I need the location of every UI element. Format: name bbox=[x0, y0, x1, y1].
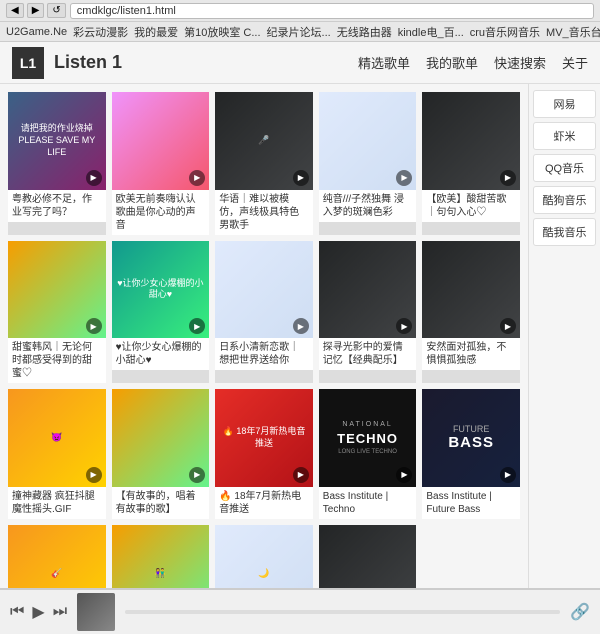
back-button[interactable]: ◀ bbox=[6, 3, 24, 18]
music-card-14[interactable]: FUTUREBASS▶Bass Institute | Future Bass bbox=[422, 389, 520, 519]
play-overlay-icon: ▶ bbox=[86, 467, 102, 483]
play-button[interactable]: ▶ bbox=[32, 602, 44, 622]
forward-button[interactable]: ▶ bbox=[27, 3, 45, 18]
bookmark-6[interactable]: kindle电_百... bbox=[398, 24, 464, 40]
card-title-13: Bass Institute | Techno bbox=[319, 487, 417, 519]
play-overlay-icon: ▶ bbox=[500, 467, 516, 483]
music-card-6[interactable]: ♥让你少女心爆棚的小甜心♥▶♥让你少女心爆棚的小甜心♥ bbox=[112, 241, 210, 384]
browser-nav: ◀ ▶ ↺ bbox=[6, 3, 66, 18]
bookmark-4[interactable]: 纪录片论坛... bbox=[267, 24, 331, 40]
music-card-13[interactable]: NATIONALTECHNOLONG LIVE TECHNO▶Bass Inst… bbox=[319, 389, 417, 519]
play-overlay-icon: ▶ bbox=[293, 170, 309, 186]
play-overlay-icon: ▶ bbox=[500, 170, 516, 186]
card-title-12: 🔥 18年7月新热电音推送 bbox=[215, 487, 313, 519]
play-overlay-icon: ▶ bbox=[396, 170, 412, 186]
card-title-3: 纯音///子然独舞 浸入梦的斑斓色彩 bbox=[319, 190, 417, 222]
url-bar[interactable]: cmdklgc/listen1.html bbox=[70, 3, 594, 19]
music-card-16[interactable]: 👫▶ bbox=[112, 525, 210, 588]
card-title-4: 【欧美】酸甜苦歌｜句句入心♡ bbox=[422, 190, 520, 222]
play-overlay-icon: ▶ bbox=[293, 318, 309, 334]
play-overlay-icon: ▶ bbox=[86, 318, 102, 334]
progress-bar[interactable] bbox=[125, 610, 560, 614]
music-card-7[interactable]: ▶ 日系小清新恋歌｜想把世界送给你 bbox=[215, 241, 313, 384]
player-bar: ⏮ ▶ ⏭ 🔗 bbox=[0, 588, 600, 634]
main-content: 请把我的作业烧掉 PLEASE SAVE MY LIFE▶粤教必修不足，作业写完… bbox=[0, 84, 600, 588]
nav-my-songs[interactable]: 我的歌单 bbox=[426, 53, 478, 72]
sidebar-source-2[interactable]: QQ音乐 bbox=[533, 154, 596, 182]
music-card-17[interactable]: 🌙▶ bbox=[215, 525, 313, 588]
player-thumbnail bbox=[77, 593, 115, 631]
bookmark-5[interactable]: 无线路由器 bbox=[337, 24, 392, 40]
music-card-10[interactable]: 👿▶撞神藏器 疯狂抖腿魔性摇头.GIF bbox=[8, 389, 106, 519]
sidebar-source-3[interactable]: 酷狗音乐 bbox=[533, 186, 596, 214]
music-card-8[interactable]: ▶探寻光影中的爱情记忆【经典配乐】 bbox=[319, 241, 417, 384]
play-overlay-icon: ▶ bbox=[189, 170, 205, 186]
right-sidebar: 网易虾米 QQ音乐酷狗音乐酷我音乐 bbox=[528, 84, 600, 588]
sidebar-source-1[interactable]: 虾米 bbox=[533, 122, 596, 150]
play-overlay-icon: ▶ bbox=[189, 467, 205, 483]
nav-search[interactable]: 快速搜索 bbox=[494, 53, 546, 72]
link-icon[interactable]: 🔗 bbox=[570, 602, 590, 622]
bookmarks-bar: U2Game.Ne 彩云动漫影 我的最爱 第10放映室 C... 纪录片论坛..… bbox=[0, 22, 600, 42]
progress-area bbox=[125, 610, 560, 614]
bookmark-3[interactable]: 第10放映室 C... bbox=[184, 24, 260, 40]
bookmark-2[interactable]: 我的最爱 bbox=[134, 24, 178, 40]
card-title-7: 日系小清新恋歌｜想把世界送给你 bbox=[215, 338, 313, 370]
app-nav: 精选歌单 我的歌单 快速搜索 关于 bbox=[358, 53, 588, 72]
card-title-2: 华语｜难以被模仿，声线极具特色男歌手 bbox=[215, 190, 313, 235]
card-title-8: 探寻光影中的爱情记忆【经典配乐】 bbox=[319, 338, 417, 370]
sidebar-source-0[interactable]: 网易 bbox=[533, 90, 596, 118]
music-card-0[interactable]: 请把我的作业烧掉 PLEASE SAVE MY LIFE▶粤教必修不足，作业写完… bbox=[8, 92, 106, 235]
sidebar-source-4[interactable]: 酷我音乐 bbox=[533, 218, 596, 246]
card-title-5: 甜蜜韩风｜无论何时都感受得到的甜蜜♡ bbox=[8, 338, 106, 383]
card-title-10: 撞神藏器 疯狂抖腿魔性摇头.GIF bbox=[8, 487, 106, 519]
browser-bar: ◀ ▶ ↺ cmdklgc/listen1.html bbox=[0, 0, 600, 22]
app-header: L1 Listen 1 精选歌单 我的歌单 快速搜索 关于 bbox=[0, 42, 600, 84]
music-card-4[interactable]: ▶ 【欧美】酸甜苦歌｜句句入心♡ bbox=[422, 92, 520, 235]
music-grid-area: 请把我的作业烧掉 PLEASE SAVE MY LIFE▶粤教必修不足，作业写完… bbox=[0, 84, 528, 588]
music-card-5[interactable]: ▶ 甜蜜韩风｜无论何时都感受得到的甜蜜♡ bbox=[8, 241, 106, 384]
music-card-1[interactable]: ▶ 欧美无前奏嗨认认歌曲是你心动的声音 bbox=[112, 92, 210, 235]
card-title-1: 欧美无前奏嗨认认歌曲是你心动的声音 bbox=[112, 190, 210, 235]
card-title-6: ♥让你少女心爆棚的小甜心♥ bbox=[112, 338, 210, 370]
music-card-2[interactable]: 🎤▶华语｜难以被模仿，声线极具特色男歌手 bbox=[215, 92, 313, 235]
nav-about[interactable]: 关于 bbox=[562, 53, 588, 72]
music-card-3[interactable]: ▶ 纯音///子然独舞 浸入梦的斑斓色彩 bbox=[319, 92, 417, 235]
play-overlay-icon: ▶ bbox=[86, 170, 102, 186]
app-logo: L1 bbox=[12, 47, 44, 79]
music-card-11[interactable]: ▶ 【有故事的，唱着有故事的歌】 bbox=[112, 389, 210, 519]
play-overlay-icon: ▶ bbox=[293, 467, 309, 483]
music-card-18[interactable]: ▶ bbox=[319, 525, 417, 588]
card-title-14: Bass Institute | Future Bass bbox=[422, 487, 520, 519]
nav-featured[interactable]: 精选歌单 bbox=[358, 53, 410, 72]
music-card-9[interactable]: ▶安然面对孤独，不惧惧孤独感 bbox=[422, 241, 520, 384]
bookmark-1[interactable]: 彩云动漫影 bbox=[73, 24, 128, 40]
prev-button[interactable]: ⏮ bbox=[10, 603, 24, 621]
bookmark-0[interactable]: U2Game.Ne bbox=[6, 26, 67, 38]
player-controls: ⏮ ▶ ⏭ bbox=[10, 602, 67, 622]
music-card-12[interactable]: 🔥 18年7月新热电音推送▶🔥 18年7月新热电音推送 bbox=[215, 389, 313, 519]
bookmark-8[interactable]: MV_音乐台 bbox=[546, 24, 600, 40]
card-title-11: 【有故事的，唱着有故事的歌】 bbox=[112, 487, 210, 519]
card-title-9: 安然面对孤独，不惧惧孤独感 bbox=[422, 338, 520, 370]
music-card-15[interactable]: 🎸▶ bbox=[8, 525, 106, 588]
bookmark-7[interactable]: cru音乐网音乐 bbox=[470, 24, 540, 40]
refresh-button[interactable]: ↺ bbox=[47, 3, 65, 18]
music-grid: 请把我的作业烧掉 PLEASE SAVE MY LIFE▶粤教必修不足，作业写完… bbox=[8, 92, 520, 588]
card-title-0: 粤教必修不足，作业写完了吗？ bbox=[8, 190, 106, 222]
app-title: Listen 1 bbox=[54, 52, 358, 73]
next-button[interactable]: ⏭ bbox=[53, 603, 67, 621]
